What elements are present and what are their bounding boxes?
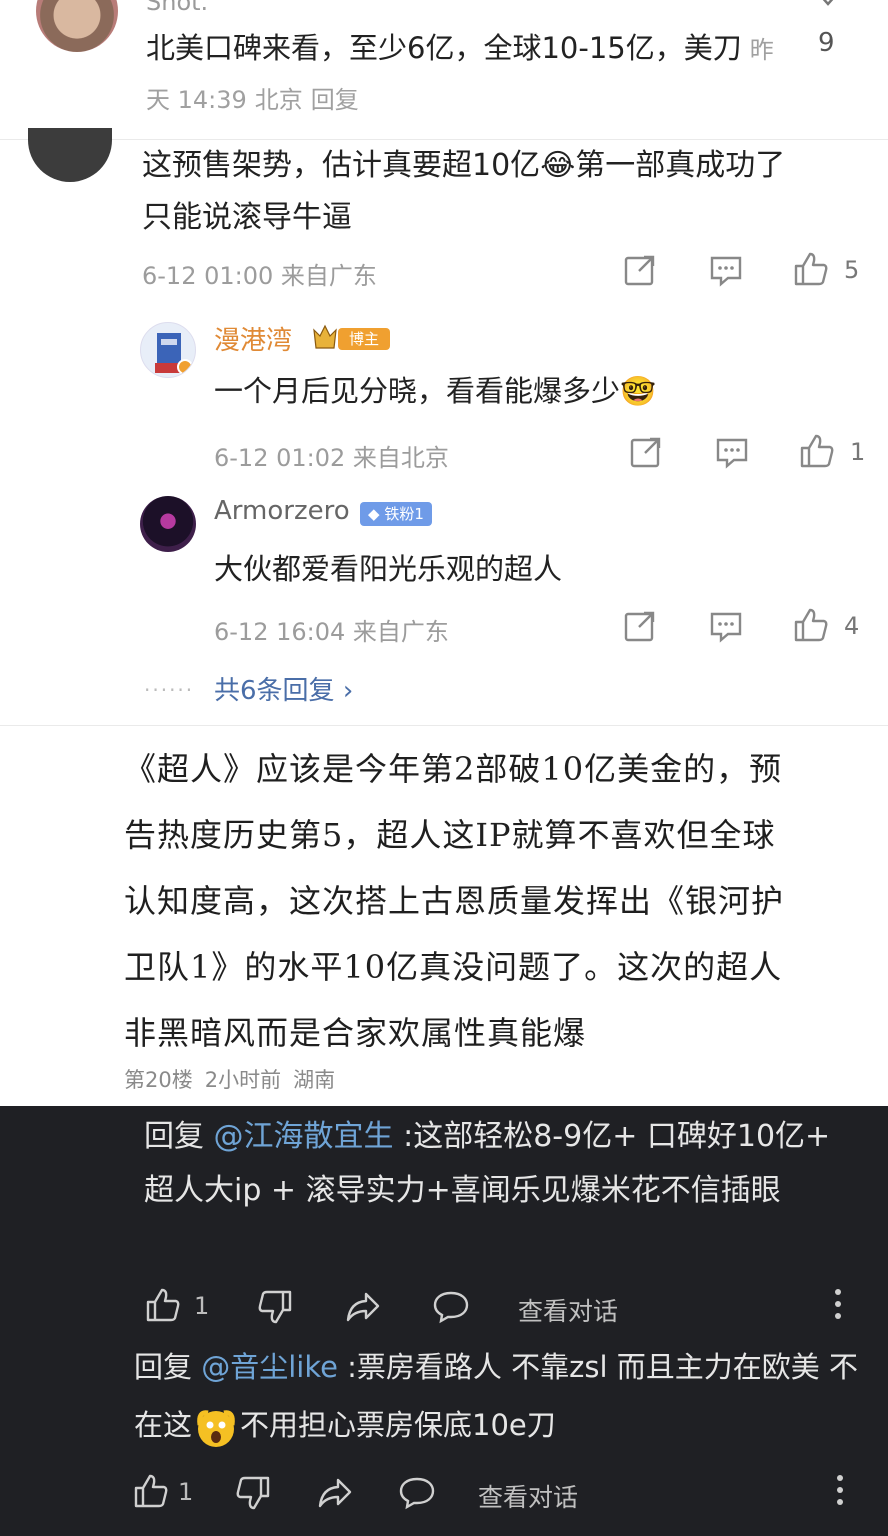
comment-icon[interactable]: [708, 608, 744, 644]
username[interactable]: Shot.: [146, 0, 208, 16]
comment-time: 2小时前: [204, 1068, 282, 1092]
comment-line: 告热度历史第5，超人这IP就算不喜欢但全球: [124, 816, 776, 854]
username[interactable]: Armorzero: [214, 496, 350, 526]
avatar[interactable]: [36, 0, 118, 52]
comment-icon[interactable]: [708, 252, 744, 288]
more-icon[interactable]: [830, 1286, 846, 1324]
comment-date: 6-12 01:00: [142, 262, 274, 290]
share-icon[interactable]: [628, 434, 664, 470]
badge-label: 铁粉1: [384, 505, 424, 523]
share-icon[interactable]: [344, 1288, 382, 1326]
reply-button[interactable]: 回复: [311, 86, 359, 114]
floor-number: 第20楼: [124, 1068, 193, 1092]
share-icon[interactable]: [622, 252, 658, 288]
comment-icon[interactable]: [714, 434, 750, 470]
comment-line: 认知度高，这次搭上古恩质量发挥出《银河护: [124, 882, 785, 920]
reply-date: 6-12 01:02: [214, 444, 346, 472]
like-count: 1: [850, 438, 866, 466]
avatar[interactable]: [140, 496, 196, 552]
like-icon[interactable]: [798, 432, 834, 468]
reply-icon[interactable]: [432, 1288, 470, 1326]
comment-text: 这预售架势，估计真要超10亿: [142, 148, 541, 183]
reply-content: 一个月后见分晓，看看能爆多少: [214, 374, 621, 408]
comment-location: 北京: [254, 86, 303, 114]
view-conversation-link[interactable]: 查看对话: [478, 1478, 578, 1514]
comment-line: 卫队1》的水平10亿真没问题了。这次的超人: [124, 948, 783, 986]
comment-panel-2: 这预售架势，估计真要超10亿😂第一部真成功了 只能说滚导牛逼 6-12 01:0…: [0, 128, 888, 726]
badge-label: 博主: [349, 330, 379, 348]
more-dots: ······: [144, 678, 195, 702]
view-all-replies-link[interactable]: 共6条回复 ›: [214, 670, 353, 707]
share-icon[interactable]: [622, 608, 658, 644]
comment-panel-1: Shot. 9 北美口碑来看，至少6亿，全球10-15亿，美刀 昨天 14:39 北…: [0, 0, 888, 140]
reply-text: 回复 @江海散宜生 :这部轻松8-9亿+ 口碑好10亿+ 超人大ip + 滚导实…: [144, 1110, 864, 1218]
reply-text: 回复 @音尘like :票房看路人 不靠zsl 而且主力在欧美 不在这 不用担心票…: [134, 1338, 864, 1454]
diamond-icon: ◆: [368, 505, 380, 523]
reply-meta: 6-12 16:04 来自广东: [214, 612, 449, 647]
more-icon[interactable]: [832, 1472, 848, 1510]
comment-location: 来自广东: [280, 262, 377, 290]
comment-body: 北美口碑来看，至少6亿，全球10-15亿，美刀 昨天 14:39 北京 回复: [146, 24, 786, 124]
comment-meta: 6-12 01:00 来自广东: [142, 256, 377, 291]
like-count: 5: [844, 256, 860, 284]
share-icon[interactable]: [316, 1474, 354, 1512]
fan-badge: ◆ 铁粉1: [360, 502, 432, 526]
reply-content: 不用担心票房保底10e刀: [240, 1408, 556, 1442]
dislike-icon[interactable]: [234, 1474, 272, 1512]
dislike-icon[interactable]: [256, 1288, 294, 1326]
reply-prefix: 回复: [134, 1350, 202, 1384]
like-count: 4: [844, 612, 860, 640]
like-count: 9: [818, 28, 835, 58]
chevron-right-icon: ›: [342, 676, 354, 706]
blogger-badge: 博主: [312, 322, 392, 352]
view-all-replies-label: 共6条回复: [214, 676, 335, 706]
comment-location: 湖南: [293, 1068, 336, 1092]
view-conversation-link[interactable]: 查看对话: [518, 1292, 618, 1328]
comment-line: 非黑暗风而是合家欢属性真能爆: [124, 1014, 587, 1052]
like-icon[interactable]: [792, 606, 828, 642]
like-count: 1: [178, 1478, 194, 1506]
reply-icon[interactable]: [398, 1474, 436, 1512]
like-count: 1: [194, 1292, 210, 1320]
nerd-emoji: 🤓: [620, 374, 657, 408]
reply-prefix: 回复: [144, 1119, 214, 1154]
username[interactable]: 漫港湾: [214, 320, 292, 357]
shocked-emoji: [194, 1405, 238, 1449]
reply-meta: 6-12 01:02 来自北京: [214, 438, 449, 473]
reply-date: 6-12 16:04: [214, 618, 346, 646]
reply-text: 一个月后见分晓，看看能爆多少🤓: [214, 368, 656, 410]
comment-text: 只能说滚导牛逼: [142, 200, 352, 235]
comment-text: 第一部真成功了: [575, 148, 786, 183]
laugh-emoji: 😂: [540, 148, 576, 183]
comment-line: 《超人》应该是今年第2部破10亿美金的，预: [124, 750, 783, 788]
like-icon[interactable]: [132, 1472, 170, 1510]
comment-text: 北美口碑来看，至少6亿，全球10-15亿，美刀: [146, 31, 742, 65]
mention-link[interactable]: @音尘like: [201, 1350, 338, 1384]
reply-text: 大伙都爱看阳光乐观的超人: [214, 552, 563, 586]
comment-panel-4: 回复 @江海散宜生 :这部轻松8-9亿+ 口碑好10亿+ 超人大ip + 滚导实…: [0, 1106, 888, 1536]
like-icon[interactable]: [144, 1286, 182, 1324]
reply-location: 来自北京: [352, 444, 449, 472]
comment-body: 这预售架势，估计真要超10亿😂第一部真成功了 只能说滚导牛逼: [142, 140, 862, 244]
comment-body: 《超人》应该是今年第2部破10亿美金的，预 告热度历史第5，超人这IP就算不喜欢…: [124, 736, 864, 1066]
mention-link[interactable]: @江海散宜生: [214, 1119, 394, 1154]
reply-location: 来自广东: [352, 618, 449, 646]
comment-meta: 第20楼 2小时前 湖南: [124, 1064, 347, 1094]
avatar[interactable]: [28, 128, 112, 182]
avatar[interactable]: [140, 322, 196, 378]
comment-panel-3: 《超人》应该是今年第2部破10亿美金的，预 告热度历史第5，超人这IP就算不喜欢…: [0, 726, 888, 1106]
heart-like-icon[interactable]: [808, 0, 848, 12]
like-icon[interactable]: [792, 250, 828, 286]
